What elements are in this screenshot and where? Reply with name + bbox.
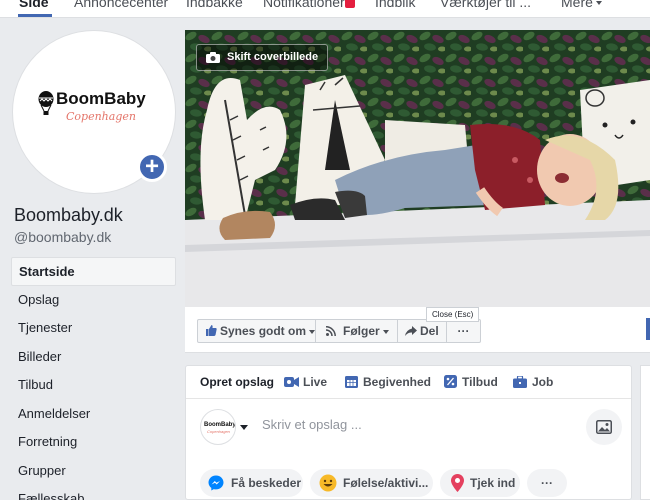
write-post-input[interactable]: Skriv et opslag ... <box>262 417 362 432</box>
notification-badge <box>344 0 355 8</box>
tab-live[interactable]: Live <box>284 375 327 389</box>
sidebar-item-billeder[interactable]: Billeder <box>11 343 176 372</box>
photo-icon <box>596 420 612 434</box>
nav-tab-vaerktoejer[interactable]: Værktøjer til ... <box>440 0 531 10</box>
chevron-down-icon <box>382 329 389 334</box>
right-column-card <box>640 365 650 500</box>
tab-job-label: Job <box>532 375 554 389</box>
video-camera-icon <box>284 377 299 387</box>
tab-job[interactable]: Job <box>513 375 553 389</box>
page-sidebar: Startside Opslag Tjenester Billeder Tilb… <box>11 257 176 500</box>
brand-subtitle: Copenhagen <box>66 110 136 123</box>
change-cover-button[interactable]: Skift coverbillede <box>196 44 329 71</box>
thumbs-up-icon <box>206 325 217 336</box>
tab-event-label: Begivenhed <box>363 375 432 389</box>
messenger-icon <box>208 475 224 491</box>
more-options-button[interactable]: ··· <box>447 319 481 343</box>
post-composer: Opret opslag Live Begivenhed Tilbud Job … <box>185 365 632 500</box>
sidebar-item-forretning[interactable]: Forretning <box>11 428 176 457</box>
get-messages-label: Få beskeder <box>231 476 302 490</box>
like-label: Synes godt om <box>220 324 307 338</box>
smiley-icon <box>319 474 337 492</box>
share-label: Del <box>420 324 439 338</box>
page-actions-bar: Synes godt om Følger Del ··· <box>185 307 650 353</box>
avatar-brand: BoomBaby <box>204 422 236 428</box>
chevron-down-icon <box>309 329 316 334</box>
more-dots-icon: ··· <box>457 324 470 338</box>
more-post-options-button[interactable]: ··· <box>527 469 567 497</box>
sidebar-item-anmeldelser[interactable]: Anmeldelser <box>11 400 176 429</box>
briefcase-icon <box>513 375 527 388</box>
nav-tab-mere[interactable]: Mere <box>561 0 602 10</box>
sidebar-item-tilbud[interactable]: Tilbud <box>11 371 176 400</box>
sidebar-item-opslag[interactable]: Opslag <box>11 286 176 315</box>
calendar-icon <box>345 376 358 388</box>
feeling-activity-button[interactable]: Følelse/aktivi... <box>310 469 433 497</box>
feeling-activity-label: Følelse/aktivi... <box>343 476 429 490</box>
close-tooltip: Close (Esc) <box>426 307 480 322</box>
sidebar-item-startside[interactable]: Startside <box>11 257 176 286</box>
like-button[interactable]: Synes godt om <box>197 319 316 343</box>
nav-tab-indbakke[interactable]: Indbakke <box>186 0 243 10</box>
percent-tag-icon <box>444 375 457 388</box>
tab-offer-label: Tilbud <box>462 375 498 389</box>
check-in-button[interactable]: Tjek ind <box>440 469 520 497</box>
nav-tab-annoncecenter[interactable]: Annoncecenter <box>74 0 168 10</box>
sidebar-item-faellesskab[interactable]: Fællesskab <box>11 485 176 500</box>
plus-icon: + <box>144 153 159 180</box>
chevron-down-icon[interactable] <box>240 425 248 430</box>
location-pin-icon <box>451 474 464 492</box>
follow-label: Følger <box>343 324 380 338</box>
get-messages-button[interactable]: Få beskeder <box>200 469 303 497</box>
sidebar-item-tjenester[interactable]: Tjenester <box>11 314 176 343</box>
nav-tab-notifikationer-label: Notifikationer <box>263 0 345 10</box>
tab-offer[interactable]: Tilbud <box>444 375 498 389</box>
nav-tab-notifikationer[interactable]: Notifikationer <box>263 0 355 10</box>
composer-avatar[interactable]: BoomBaby Copenhagen <box>200 409 236 445</box>
add-profile-picture-button[interactable]: + <box>137 152 167 182</box>
composer-tabs: Opret opslag Live Begivenhed Tilbud Job <box>186 366 631 399</box>
page-title: Boombaby.dk <box>14 205 123 225</box>
active-tab-indicator <box>18 14 52 17</box>
tab-create-post[interactable]: Opret opslag <box>200 375 274 389</box>
nav-tab-side[interactable]: Side <box>19 0 49 10</box>
sidebar-item-grupper[interactable]: Grupper <box>11 457 176 486</box>
avatar-brand-sub: Copenhagen <box>207 429 230 434</box>
hot-air-balloon-icon <box>38 91 54 115</box>
change-cover-label: Skift coverbillede <box>227 51 319 63</box>
more-dots-icon: ··· <box>541 476 553 490</box>
nav-tab-indblik[interactable]: Indblik <box>375 0 415 10</box>
share-button[interactable]: Del <box>398 319 447 343</box>
chevron-down-icon <box>595 1 602 6</box>
camera-icon <box>206 52 220 63</box>
tab-event[interactable]: Begivenhed <box>345 375 431 389</box>
tab-live-label: Live <box>303 375 328 389</box>
top-navigation: Side Annoncecenter Indbakke Notifikation… <box>0 0 650 18</box>
nav-tab-mere-label: Mere <box>561 0 593 10</box>
brand-name: BoomBaby <box>56 89 146 108</box>
cover-photo-image <box>185 30 650 307</box>
side-button-edge[interactable] <box>646 318 650 340</box>
share-arrow-icon <box>405 326 417 336</box>
follow-button[interactable]: Følger <box>316 319 398 343</box>
rss-icon <box>326 326 336 336</box>
cover-photo: Skift coverbillede <box>185 30 650 307</box>
page-username[interactable]: @boombaby.dk <box>14 229 111 245</box>
check-in-label: Tjek ind <box>470 476 516 490</box>
add-photo-button[interactable] <box>586 409 622 445</box>
